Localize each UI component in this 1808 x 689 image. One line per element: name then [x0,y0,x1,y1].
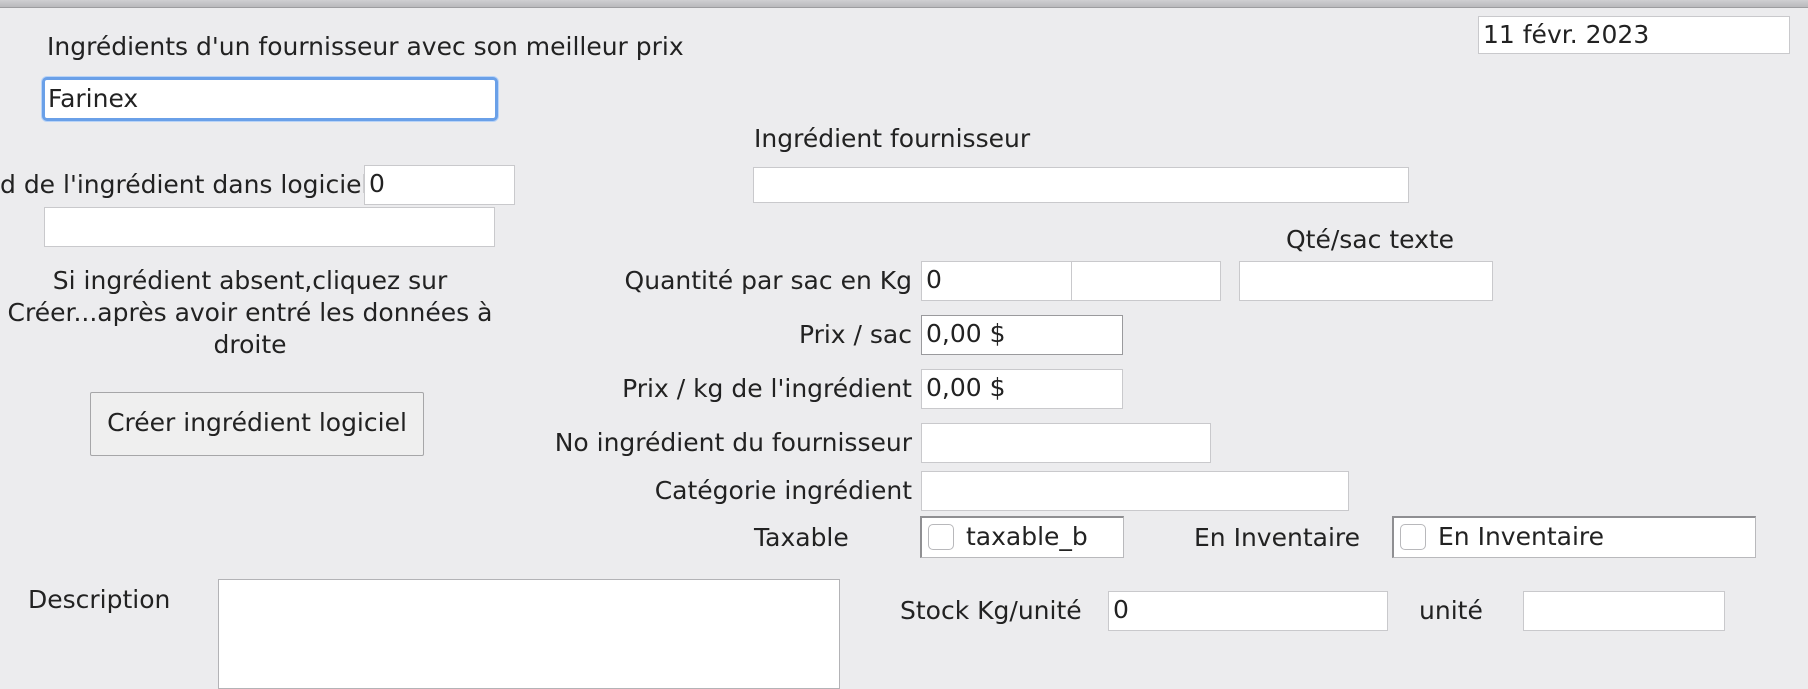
qty-text-label: Qté/sac texte [1286,225,1455,254]
checkbox-icon[interactable] [928,524,954,550]
hint-line-3: droite [213,330,287,359]
qty-bag-extra-field[interactable] [1071,261,1221,301]
date-field[interactable]: 11 févr. 2023 [1478,16,1790,54]
supplier-no-field[interactable] [921,423,1211,463]
description-label: Description [28,585,171,614]
unit-label: unité [1419,596,1483,625]
inventory-checkbox-label: En Inventaire [1438,522,1605,551]
supplier-input[interactable]: Farinex [42,77,498,121]
page-title: Ingrédients d'un fournisseur avec son me… [47,32,684,61]
supplier-no-label: No ingrédient du fournisseur [554,428,912,457]
taxable-checkbox[interactable]: taxable_b [920,516,1124,558]
category-field[interactable] [921,471,1349,511]
ingredient-name-field[interactable] [44,207,495,247]
price-bag-label: Prix / sac [798,320,912,349]
qty-text-field[interactable] [1239,261,1493,301]
window-top-border [0,0,1808,8]
price-kg-field[interactable]: 0,00 $ [921,369,1123,409]
inventory-checkbox[interactable]: En Inventaire [1392,516,1756,558]
price-bag-field[interactable]: 0,00 $ [921,315,1123,355]
hint-line-1: Si ingrédient absent,cliquez sur [52,266,448,295]
unit-field[interactable] [1523,591,1725,631]
stock-field[interactable]: 0 [1108,591,1388,631]
software-id-field[interactable]: 0 [364,165,515,205]
description-textarea[interactable] [218,579,840,689]
hint-line-2: Créer...après avoir entré les données à [7,298,493,327]
qty-bag-label: Quantité par sac en Kg [624,266,912,295]
checkbox-icon[interactable] [1400,524,1426,550]
price-kg-label: Prix / kg de l'ingrédient [622,374,912,403]
taxable-checkbox-label: taxable_b [966,522,1088,551]
taxable-label: Taxable [754,523,849,552]
supplier-ingredient-label: Ingrédient fournisseur [754,124,1031,153]
software-id-label: d de l'ingrédient dans logiciel [0,170,369,199]
supplier-ingredient-field[interactable] [753,167,1409,203]
qty-bag-field[interactable]: 0 [921,261,1073,301]
inventory-label: En Inventaire [1194,523,1361,552]
create-ingredient-button[interactable]: Créer ingrédient logiciel [90,392,424,456]
category-label: Catégorie ingrédient [654,476,912,505]
stock-label: Stock Kg/unité [900,596,1082,625]
